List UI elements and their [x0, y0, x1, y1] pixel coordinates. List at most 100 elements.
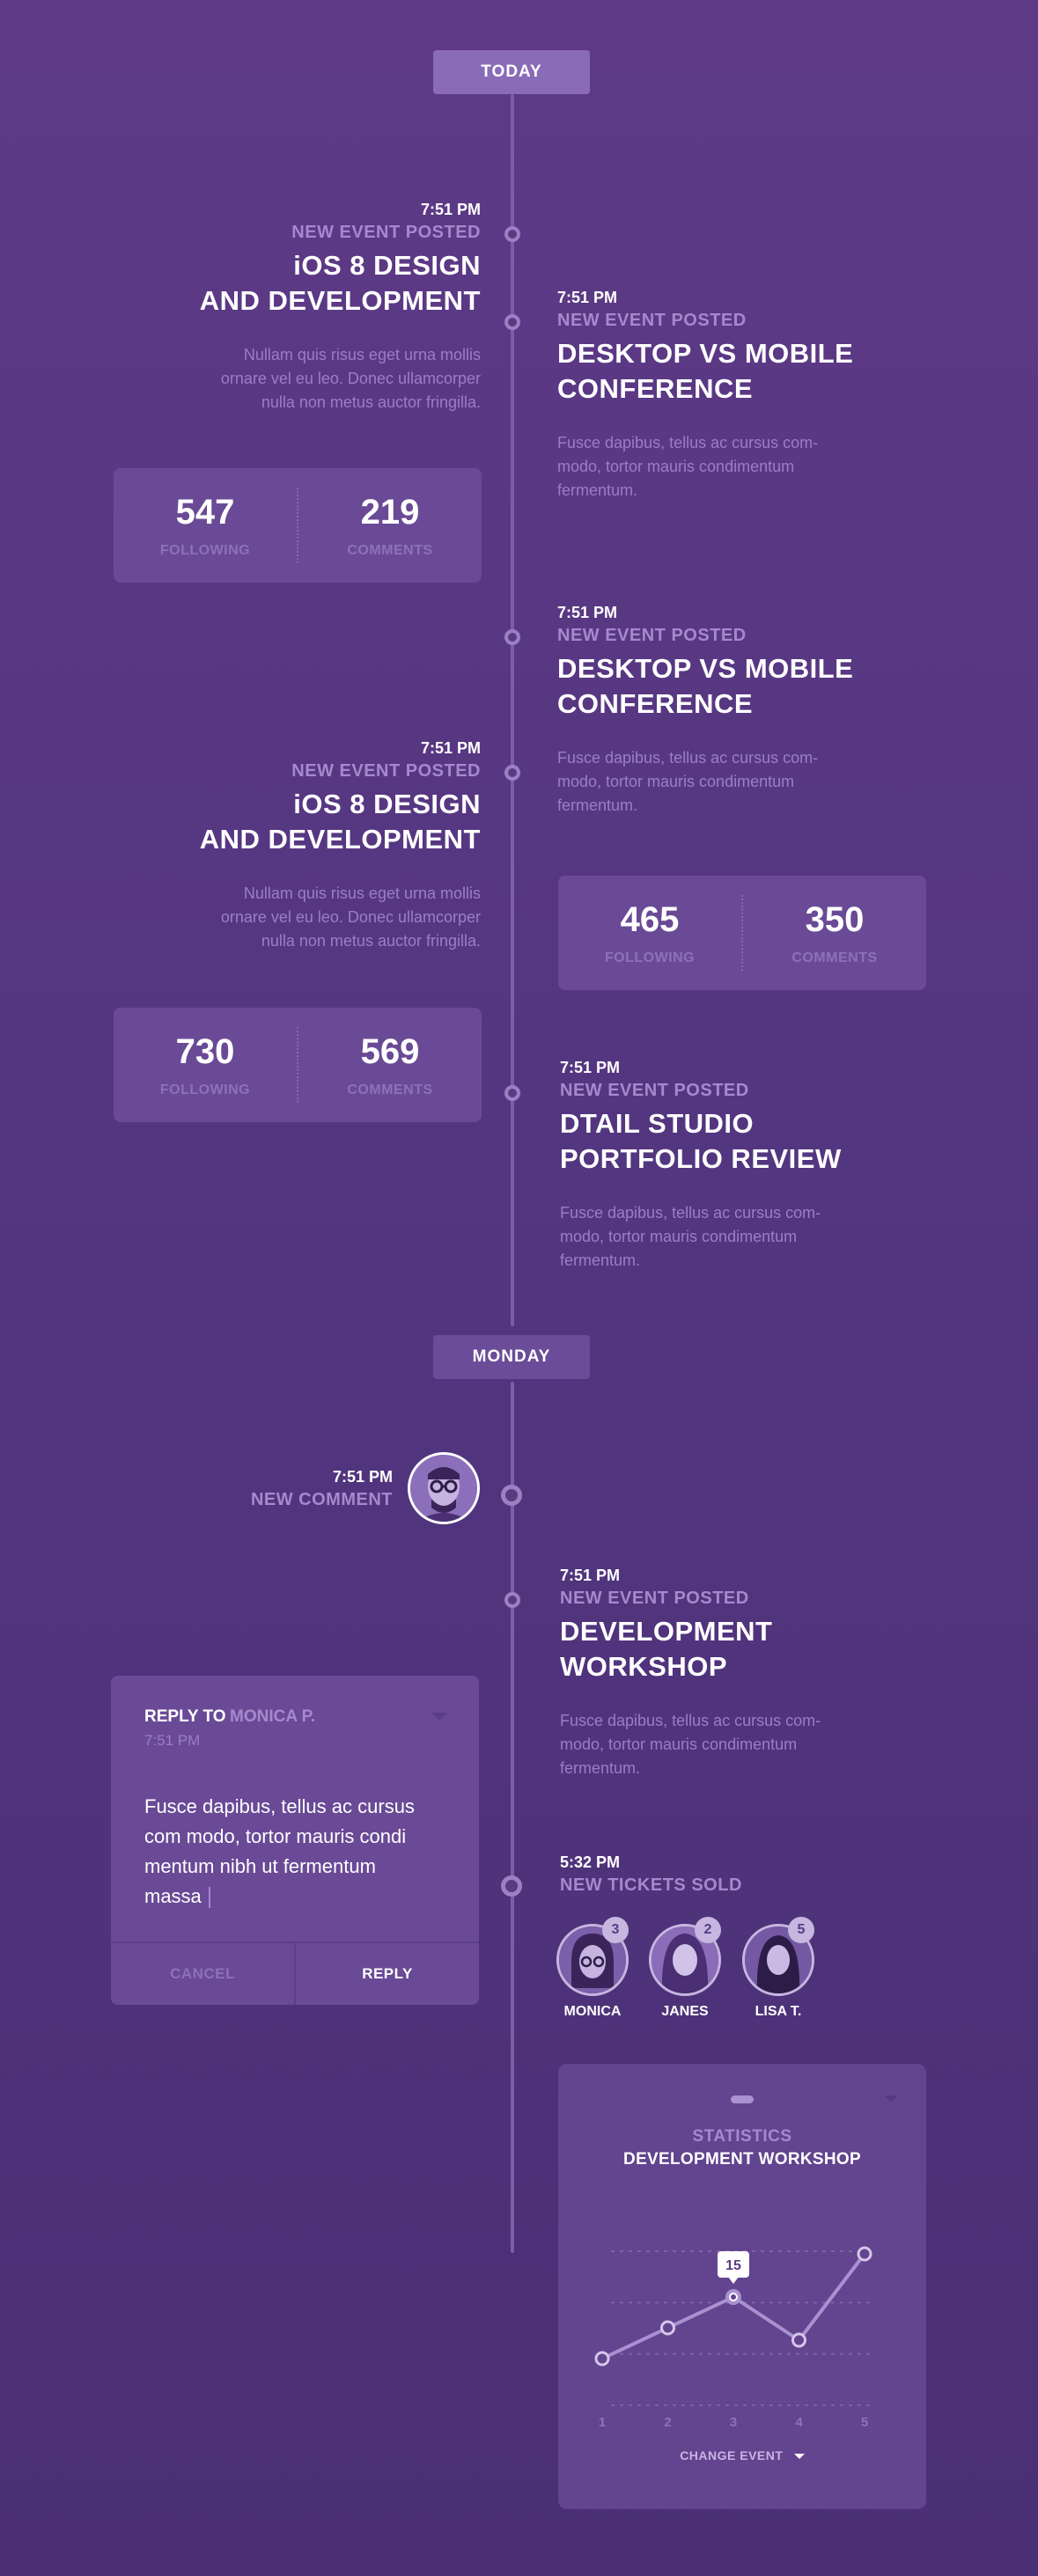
- event-time: 7:51 PM: [420, 739, 481, 757]
- event-description: Fusce dapibus, tellus ac cursus com-: [560, 1204, 821, 1222]
- timeline-node[interactable]: [504, 765, 520, 781]
- data-point-center: [731, 2294, 736, 2300]
- following-count: 547: [175, 492, 235, 532]
- event-time: 7:51 PM: [560, 1059, 621, 1076]
- event-description: nulla non metus auctor fringilla.: [261, 932, 481, 950]
- event-stats: 547 FOLLOWING 219 COMMENTS: [114, 468, 482, 583]
- event-time: 7:51 PM: [332, 1468, 393, 1486]
- timeline-line-monday: [511, 1382, 514, 2253]
- event-description: nulla non metus auctor fringilla.: [261, 393, 481, 411]
- event-title: AND DEVELOPMENT: [199, 285, 481, 316]
- event-type: NEW EVENT POSTED: [560, 1081, 749, 1100]
- event-time: 5:32 PM: [560, 1853, 621, 1871]
- event-title: DESKTOP VS MOBILE: [557, 653, 854, 684]
- timeline-line-today: [511, 94, 514, 1326]
- event-type: NEW COMMENT: [250, 1490, 393, 1509]
- drag-handle[interactable]: [731, 2095, 754, 2103]
- reply-text-line: Fusce dapibus, tellus ac cursus: [144, 1795, 415, 1817]
- data-point: [857, 2246, 872, 2262]
- data-point: [594, 2351, 610, 2367]
- day-label-today: TODAY: [433, 50, 590, 94]
- comment-event[interactable]: 7:51 PM NEW COMMENT: [176, 1468, 393, 1510]
- data-point: [660, 2320, 675, 2336]
- ticket-count-badge: 2: [695, 1917, 721, 1943]
- event-time: 7:51 PM: [557, 604, 618, 621]
- x-tick-label: 2: [664, 2415, 671, 2430]
- comments-label: COMMENTS: [347, 542, 433, 558]
- change-event-button[interactable]: CHANGE EVENT: [558, 2448, 926, 2462]
- reply-text-line: mentum nibh ut fermentum: [144, 1855, 376, 1877]
- event-card[interactable]: 7:51 PM NEW EVENT POSTED DESKTOP VS MOBI…: [557, 604, 927, 818]
- event-description: ornare vel eu leo. Donec ullamcorper: [220, 908, 481, 926]
- event-title: iOS 8 DESIGN: [293, 250, 481, 281]
- event-card[interactable]: 7:51 PM NEW EVENT POSTED iOS 8 DESIGN AN…: [111, 201, 481, 415]
- statistics-subheading: DEVELOPMENT WORKSHOP: [623, 2150, 861, 2169]
- timeline-node[interactable]: [501, 1485, 522, 1506]
- event-time: 7:51 PM: [420, 201, 481, 218]
- event-description: Fusce dapibus, tellus ac cursus com-: [557, 749, 819, 767]
- event-description: fermentum.: [557, 796, 638, 814]
- x-tick-label: 5: [861, 2415, 868, 2430]
- comments-label: COMMENTS: [347, 1082, 433, 1097]
- event-title: DTAIL STUDIO: [560, 1108, 755, 1139]
- buyer-name: LISA T.: [755, 2004, 802, 2019]
- cancel-button[interactable]: CANCEL: [111, 1943, 294, 2005]
- event-description: Nullam quis risus eget urna mollis: [243, 884, 481, 902]
- timeline-node[interactable]: [501, 1875, 522, 1897]
- reply-text-line: massa: [144, 1885, 202, 1907]
- data-point: [791, 2332, 806, 2348]
- reply-text-input[interactable]: Fusce dapibus, tellus ac cursus com modo…: [144, 1792, 453, 1912]
- event-description: Nullam quis risus eget urna mollis: [243, 346, 481, 363]
- event-description: Fusce dapibus, tellus ac cursus com-: [557, 434, 819, 451]
- reply-prefix: REPLY TO: [144, 1707, 226, 1726]
- following-label: FOLLOWING: [159, 542, 251, 558]
- timeline-node[interactable]: [504, 1592, 520, 1608]
- reply-time: 7:51 PM: [144, 1732, 201, 1749]
- following-label: FOLLOWING: [604, 950, 696, 965]
- event-type: NEW EVENT POSTED: [560, 1589, 749, 1608]
- timeline-node[interactable]: [504, 314, 520, 330]
- event-stats: 465 FOLLOWING 350 COMMENTS: [558, 876, 926, 990]
- day-label-monday: MONDAY: [433, 1335, 590, 1379]
- event-description: ornare vel eu leo. Donec ullamcorper: [220, 370, 481, 387]
- event-description: Fusce dapibus, tellus ac cursus com-: [560, 1712, 821, 1729]
- following-count: 730: [175, 1031, 235, 1071]
- reply-recipient[interactable]: MONICA P.: [230, 1707, 315, 1726]
- commenter-avatar[interactable]: [408, 1452, 480, 1524]
- event-card[interactable]: 7:51 PM NEW EVENT POSTED DESKTOP VS MOBI…: [557, 289, 927, 503]
- event-title: AND DEVELOPMENT: [199, 824, 481, 855]
- x-tick-label: 4: [795, 2415, 803, 2430]
- event-description: modo, tortor mauris condimentum: [557, 458, 795, 475]
- timeline-node[interactable]: [504, 226, 520, 242]
- ticket-count-badge: 3: [602, 1917, 629, 1943]
- tickets-event[interactable]: 5:32 PM NEW TICKETS SOLD: [560, 1853, 930, 1896]
- event-title: CONFERENCE: [557, 373, 754, 404]
- tooltip-pointer: [728, 2277, 739, 2284]
- reply-button[interactable]: REPLY: [296, 1943, 479, 2005]
- chevron-down-icon[interactable]: [431, 1713, 447, 1721]
- statistics-card: STATISTICS DEVELOPMENT WORKSHOP 1 2 3 4 5 15 …: [558, 2064, 926, 2509]
- comments-count: 350: [805, 899, 865, 939]
- event-title: PORTFOLIO REVIEW: [560, 1143, 842, 1174]
- event-stats: 730 FOLLOWING 569 COMMENTS: [114, 1008, 482, 1122]
- following-label: FOLLOWING: [159, 1082, 251, 1097]
- person-icon: [410, 1455, 477, 1522]
- text-cursor: [208, 1887, 210, 1909]
- timeline-node[interactable]: [504, 629, 520, 645]
- chevron-down-icon[interactable]: [884, 2095, 898, 2103]
- tooltip-value: 15: [725, 2258, 741, 2273]
- event-card[interactable]: 7:51 PM NEW EVENT POSTED DTAIL STUDIO PO…: [560, 1059, 930, 1273]
- event-description: fermentum.: [560, 1759, 641, 1777]
- event-description: modo, tortor mauris condimentum: [560, 1736, 798, 1753]
- timeline-node[interactable]: [504, 1085, 520, 1101]
- reply-header: REPLY TO MONICA P.: [144, 1707, 315, 1727]
- x-tick-label: 3: [730, 2415, 737, 2430]
- reply-card: REPLY TO MONICA P. 7:51 PM Fusce dapibus…: [111, 1676, 479, 2005]
- statistics-heading: STATISTICS: [692, 2127, 792, 2146]
- event-type: NEW EVENT POSTED: [291, 761, 481, 781]
- event-card[interactable]: 7:51 PM NEW EVENT POSTED DEVELOPMENT WOR…: [560, 1567, 930, 1780]
- buyer-name: MONICA: [563, 2004, 622, 2019]
- event-card[interactable]: 7:51 PM NEW EVENT POSTED iOS 8 DESIGN AN…: [111, 739, 481, 953]
- event-description: modo, tortor mauris condimentum: [560, 1228, 798, 1245]
- comments-label: COMMENTS: [791, 950, 878, 965]
